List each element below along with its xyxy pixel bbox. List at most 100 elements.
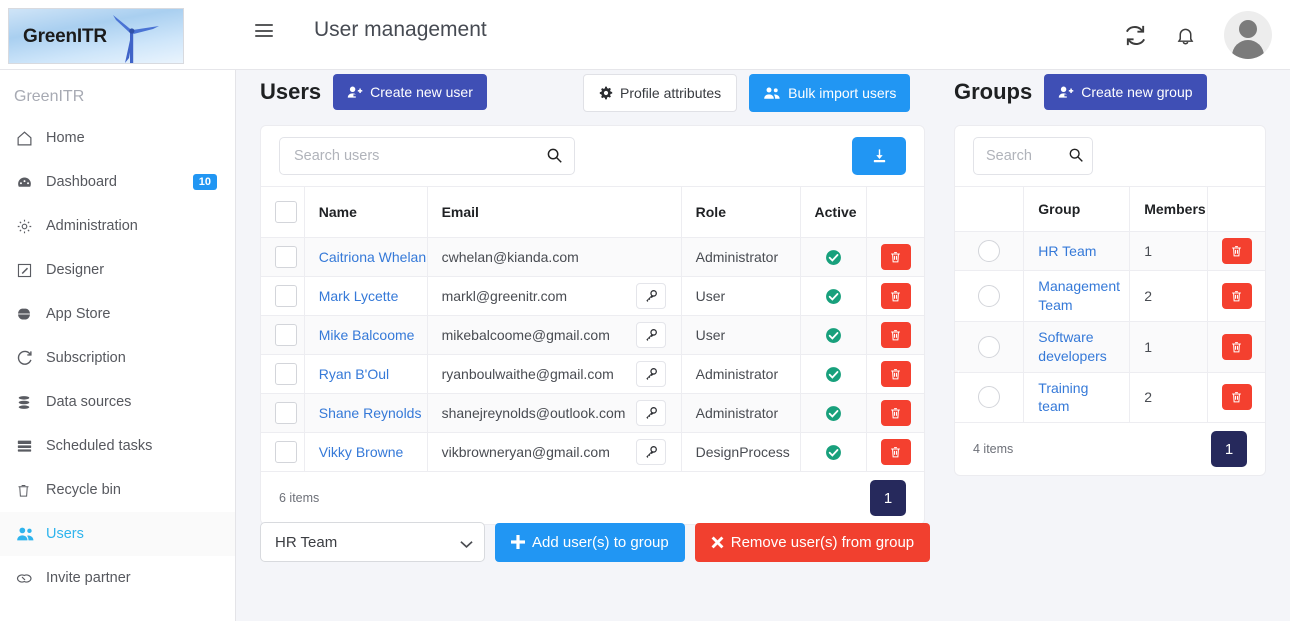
delete-user-button[interactable] [880,283,911,309]
select-all-users-checkbox[interactable] [275,201,297,223]
groups-col-select [955,186,1024,232]
users-col-key [635,186,682,238]
delete-group-button[interactable] [1221,384,1252,411]
group-select[interactable]: HR TeamManagement TeamSoftware developer… [260,522,485,562]
user-active-cell [799,276,867,316]
profile-attributes-button[interactable]: Profile attributes [583,74,738,112]
status-badge [801,366,867,383]
group-name-link[interactable]: Management Team [1038,278,1120,313]
select-group-radio[interactable] [978,386,1001,409]
status-badge [801,288,867,305]
sidebar-item-designer[interactable]: Designer [0,248,235,292]
status-badge [801,249,867,266]
user-plus-icon [347,86,363,98]
app-logo[interactable]: GreenITR [8,7,184,64]
users-items-count: 6 items [279,491,320,505]
users-pagination-page-1[interactable]: 1 [870,480,906,516]
trash-icon [16,482,46,499]
group-delete-cell [1207,270,1265,322]
sidebar-item-home[interactable]: Home [0,116,235,160]
sidebar-item-subscription[interactable]: Subscription [0,336,235,380]
key-icon [646,407,657,419]
table-row: Mike Balcoome mikebalcoome@gmail.com User [261,315,924,355]
search-groups-input[interactable] [973,137,1093,175]
sidebar-item-invite-partner[interactable]: Invite partner [0,556,235,600]
user-name-link[interactable]: Caitriona Whelan [319,249,426,265]
reset-password-button[interactable] [635,361,666,387]
active-check-icon [826,288,841,304]
group-members-cell: 1 [1129,321,1208,373]
groups-pagination-page-1[interactable]: 1 [1211,431,1247,468]
sidebar: GreenITR Home Dashboard 10 Administratio [0,70,236,621]
sidebar-item-administration[interactable]: Administration [0,204,235,248]
select-user-checkbox[interactable] [275,402,297,424]
sidebar-item-app-store[interactable]: App Store [0,292,235,336]
user-name-cell: Vikky Browne [303,432,428,472]
group-row-select-cell [955,270,1024,322]
remove-users-from-group-button[interactable]: Remove user(s) from group [694,522,931,562]
bulk-import-users-button[interactable]: Bulk import users [749,74,911,112]
groups-col-delete [1207,186,1265,232]
sidebar-item-users[interactable]: Users [0,512,235,556]
sidebar-item-scheduled-tasks[interactable]: Scheduled tasks [0,424,235,468]
reset-password-button[interactable] [635,322,666,348]
select-user-checkbox[interactable] [275,363,297,385]
sidebar-item-label: Subscription [46,350,126,366]
create-new-group-button[interactable]: Create new group [1044,74,1207,110]
export-users-button[interactable] [852,137,906,175]
reset-password-button[interactable] [635,439,666,465]
select-group-radio[interactable] [978,335,1001,358]
delete-user-button[interactable] [880,361,911,387]
group-select-wrapper: HR TeamManagement TeamSoftware developer… [260,522,485,562]
select-group-radio[interactable] [978,240,1001,262]
user-key-cell [635,276,682,316]
groups-card: Group Members HR Team1Management Team2So… [954,125,1266,477]
active-check-icon [826,327,841,343]
group-name-link[interactable]: Training team [1038,380,1088,415]
user-name-link[interactable]: Vikky Browne [319,444,404,460]
delete-user-button[interactable] [880,244,911,270]
groups-search-wrapper [973,137,1093,175]
select-user-checkbox[interactable] [275,246,297,268]
status-badge [801,444,867,461]
users-table: Name Email Role Active Caitriona Whelan c… [261,186,924,472]
reset-password-button[interactable] [635,400,666,426]
group-name-link[interactable]: Software developers [1038,329,1107,364]
user-name-link[interactable]: Mark Lycette [319,288,399,304]
reset-password-button[interactable] [635,283,666,309]
group-name-cell: HR Team [1023,231,1130,271]
users-extra-actions: Profile attributes Bulk import users [583,74,911,112]
avatar[interactable] [1224,11,1272,59]
hamburger-menu-button[interactable] [255,24,273,37]
trash-icon [891,252,901,263]
delete-group-button[interactable] [1221,333,1252,360]
delete-user-button[interactable] [880,439,911,465]
page-title: User management [314,18,487,41]
select-group-radio[interactable] [978,284,1001,307]
create-new-user-button[interactable]: Create new user [333,74,487,110]
delete-user-button[interactable] [880,400,911,426]
trash-icon [1232,392,1241,403]
search-users-input[interactable] [279,137,575,175]
user-key-cell [635,237,682,277]
user-name-cell: Mike Balcoome [303,315,428,355]
sidebar-item-dashboard[interactable]: Dashboard 10 [0,160,235,204]
delete-user-button[interactable] [880,322,911,348]
user-plus-icon [1059,86,1074,98]
group-name-link[interactable]: HR Team [1038,243,1096,259]
select-user-checkbox[interactable] [275,324,297,346]
user-name-link[interactable]: Shane Reynolds [319,405,422,421]
delete-group-button[interactable] [1221,238,1252,264]
sidebar-item-recycle-bin[interactable]: Recycle bin [0,468,235,512]
select-user-checkbox[interactable] [275,285,297,307]
user-name-link[interactable]: Mike Balcoome [319,327,415,343]
add-users-to-group-button[interactable]: Add user(s) to group [495,522,685,562]
sidebar-item-data-sources[interactable]: Data sources [0,380,235,424]
bell-icon[interactable] [1175,24,1196,47]
hamburger-line [255,29,273,32]
refresh-icon[interactable] [1124,24,1147,47]
delete-group-button[interactable] [1221,282,1252,309]
select-user-checkbox[interactable] [275,441,297,463]
user-name-link[interactable]: Ryan B'Oul [319,366,389,382]
group-row-select-cell [955,321,1024,373]
